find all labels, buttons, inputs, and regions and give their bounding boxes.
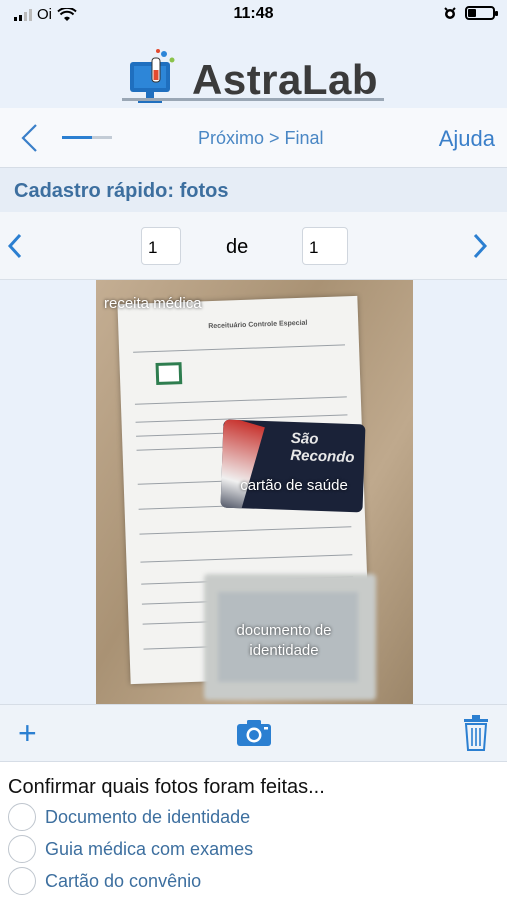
alarm-icon [444, 7, 456, 19]
label-health-card: cartão de saúde [240, 477, 348, 494]
total-pages-field: 1 [302, 227, 348, 265]
camera-icon[interactable] [236, 719, 272, 747]
label-id-doc-line2: identidade [249, 642, 319, 659]
plus-icon[interactable]: + [18, 717, 37, 749]
confirm-question: Confirmar quais fotos foram feitas... [8, 776, 325, 798]
wizard-navbar: Próximo > Final Ajuda [0, 108, 507, 168]
breadcrumb[interactable]: Próximo > Final [198, 128, 324, 149]
trash-icon[interactable] [463, 715, 489, 751]
health-card-image: São Recondo [220, 419, 366, 513]
current-page-field[interactable]: 1 [141, 227, 181, 265]
option-identity-document[interactable]: Documento de identidade [8, 802, 250, 832]
prev-page-icon[interactable] [6, 232, 24, 260]
app-name: AstraLab [192, 56, 379, 103]
radio-button[interactable] [8, 835, 36, 863]
radio-button[interactable] [8, 867, 36, 895]
label-id-doc-line1: documento de [236, 622, 332, 639]
logo-underline [122, 98, 384, 101]
photo-pager: 1 de 1 [0, 212, 507, 280]
option-medical-guide[interactable]: Guia médica com exames [8, 834, 253, 864]
pharmacy-cross-image [155, 362, 183, 385]
photo-viewer: Receituário Controle Especial São Recond… [0, 280, 507, 704]
photo-toolbar: + [0, 704, 507, 762]
back-chevron-icon[interactable] [18, 122, 40, 154]
clock: 11:48 [233, 5, 274, 22]
help-link[interactable]: Ajuda [439, 126, 495, 152]
page-title: Cadastro rápido: fotos [0, 168, 507, 212]
radio-button[interactable] [8, 803, 36, 831]
option-label: Guia médica com exames [45, 838, 254, 859]
wizard-progress-bar [62, 136, 112, 139]
confirmation-panel: Confirmar quais fotos foram feitas... Do… [0, 762, 507, 900]
option-label: Documento de identidade [45, 806, 251, 827]
page-of-label: de [226, 236, 249, 258]
label-prescription: receita médica [104, 295, 202, 312]
battery-icon [465, 6, 498, 20]
app-header-logo: AstraLab [0, 28, 507, 108]
status-bar: Oi 11:48 [0, 0, 507, 28]
captured-photo[interactable]: Receituário Controle Especial São Recond… [96, 280, 413, 704]
wizard-progress-fill [62, 136, 92, 139]
next-page-icon[interactable] [471, 232, 489, 260]
option-insurance-card[interactable]: Cartão do convênio [8, 866, 201, 896]
card-brand: São Recondo [290, 429, 355, 467]
option-label: Cartão do convênio [45, 870, 202, 891]
